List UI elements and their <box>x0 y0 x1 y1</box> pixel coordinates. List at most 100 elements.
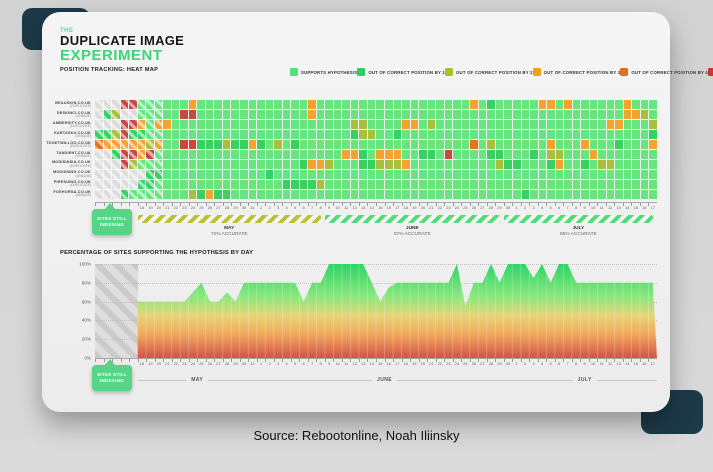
heatmap-cell <box>598 130 606 139</box>
heatmap-cell <box>598 100 606 109</box>
heatmap-cell <box>615 100 623 109</box>
heatmap-cell <box>598 140 606 149</box>
axis-day-label: 17 <box>393 203 402 212</box>
heatmap-cell <box>607 190 615 199</box>
heatmap-cell <box>325 180 333 189</box>
heatmap-cell <box>342 170 350 179</box>
heatmap-cell <box>163 110 171 119</box>
heatmap-cell <box>104 150 112 159</box>
heatmap-cell <box>385 140 393 149</box>
heatmap-cell <box>573 130 581 139</box>
heatmap-cell <box>274 110 282 119</box>
heatmap-cell <box>632 160 640 169</box>
heatmap-cell <box>206 130 214 139</box>
accuracy-bars: MAY72% ACCURATEJUNE87% ACCURATEJULY85% A… <box>95 215 657 241</box>
heatmap-cell <box>351 160 359 169</box>
heatmap-cell <box>445 160 453 169</box>
heatmap-cell <box>180 150 188 159</box>
heatmap-cell <box>104 170 112 179</box>
heatmap-cell <box>556 150 564 159</box>
accuracy-value: 85% ACCURATE <box>504 232 653 238</box>
heatmap-cell <box>487 100 495 109</box>
legend-swatch <box>620 68 628 76</box>
heatmap-cell <box>479 160 487 169</box>
heatmap-cell <box>513 120 521 129</box>
legend-swatch <box>357 68 365 76</box>
axis-day-label: 18 <box>402 359 411 368</box>
site-type: (DUPLICATE) <box>70 165 91 169</box>
heatmap-cell <box>394 170 402 179</box>
heatmap-cell <box>376 180 384 189</box>
heatmap-cell <box>266 120 274 129</box>
heatmap-cell <box>223 100 231 109</box>
heatmap-cell <box>436 190 444 199</box>
heatmap-cell <box>95 100 103 109</box>
heatmap-cell <box>325 110 333 119</box>
heatmap-cell <box>189 180 197 189</box>
axis-day-label: 27 <box>214 359 223 368</box>
heatmap-cell <box>624 160 632 169</box>
heatmap-cell <box>556 160 564 169</box>
heatmap-cell <box>462 150 470 159</box>
accuracy-bar <box>504 215 653 223</box>
heatmap-cell <box>274 190 282 199</box>
heatmap-cell <box>163 100 171 109</box>
heatmap-cell <box>522 150 530 159</box>
legend: SUPPORTS HYPOTHESISOUT OF CORRECT POSITI… <box>290 68 660 76</box>
axis-day-label: 8 <box>572 203 581 212</box>
heatmap-cell <box>394 160 402 169</box>
heatmap-cell <box>155 120 163 129</box>
heatmap-cell <box>411 120 419 129</box>
heatmap-cell <box>496 130 504 139</box>
heatmap-cell <box>300 100 308 109</box>
heatmap-cell <box>121 130 129 139</box>
heatmap-cell <box>351 120 359 129</box>
heatmap-cell <box>146 170 154 179</box>
heatmap-cell <box>470 160 478 169</box>
month-label: JUNE <box>372 377 397 383</box>
heatmap-cell <box>189 150 197 159</box>
heatmap-cell <box>564 130 572 139</box>
heatmap-cell <box>445 170 453 179</box>
legend-label: OUT OF CORRECT POSITION BY 4 <box>631 70 708 75</box>
axis-day-label: 21 <box>163 359 172 368</box>
axis-day-label: 5 <box>291 203 300 212</box>
sites-still-indexing-badge-bottom: SITES STILL INDEXING <box>92 365 132 391</box>
heatmap-cell <box>129 100 137 109</box>
heatmap-cell <box>180 120 188 129</box>
heatmap-cell <box>615 140 623 149</box>
heatmap-cell <box>522 190 530 199</box>
legend-label: SUPPORTS HYPOTHESIS <box>301 70 357 75</box>
heatmap-cell <box>274 140 282 149</box>
heatmap-cell <box>231 180 239 189</box>
heatmap-cell <box>172 190 180 199</box>
heatmap-cell <box>402 110 410 119</box>
heatmap-cell <box>539 150 547 159</box>
month-segment: JULY <box>512 374 657 386</box>
heatmap-cell <box>172 110 180 119</box>
heatmap-cell <box>231 170 239 179</box>
heatmap-cell <box>547 100 555 109</box>
heatmap-cell <box>300 110 308 119</box>
heatmap-cell <box>95 150 103 159</box>
heatmap-cell <box>445 190 453 199</box>
heatmap-cell <box>479 170 487 179</box>
heatmap-cell <box>359 160 367 169</box>
axis-day-label: 23 <box>444 359 453 368</box>
heatmap-cell <box>249 120 257 129</box>
heatmap-cell <box>547 130 555 139</box>
axis-day-label: 11 <box>597 203 606 212</box>
heatmap-cell <box>317 120 325 129</box>
month-label: MAY <box>186 377 208 383</box>
legend-swatch <box>290 68 298 76</box>
heatmap-cell <box>598 110 606 119</box>
axis-day-label: 16 <box>640 359 649 368</box>
heatmap-cell <box>214 110 222 119</box>
heatmap-cell <box>641 110 649 119</box>
site-type: (DUPLICATE) <box>70 145 91 149</box>
heatmap-cell <box>180 100 188 109</box>
heatmap-cell <box>453 100 461 109</box>
heatmap-cell <box>104 180 112 189</box>
heatmap-cell <box>121 150 129 159</box>
accuracy-value: 87% ACCURATE <box>325 232 500 238</box>
